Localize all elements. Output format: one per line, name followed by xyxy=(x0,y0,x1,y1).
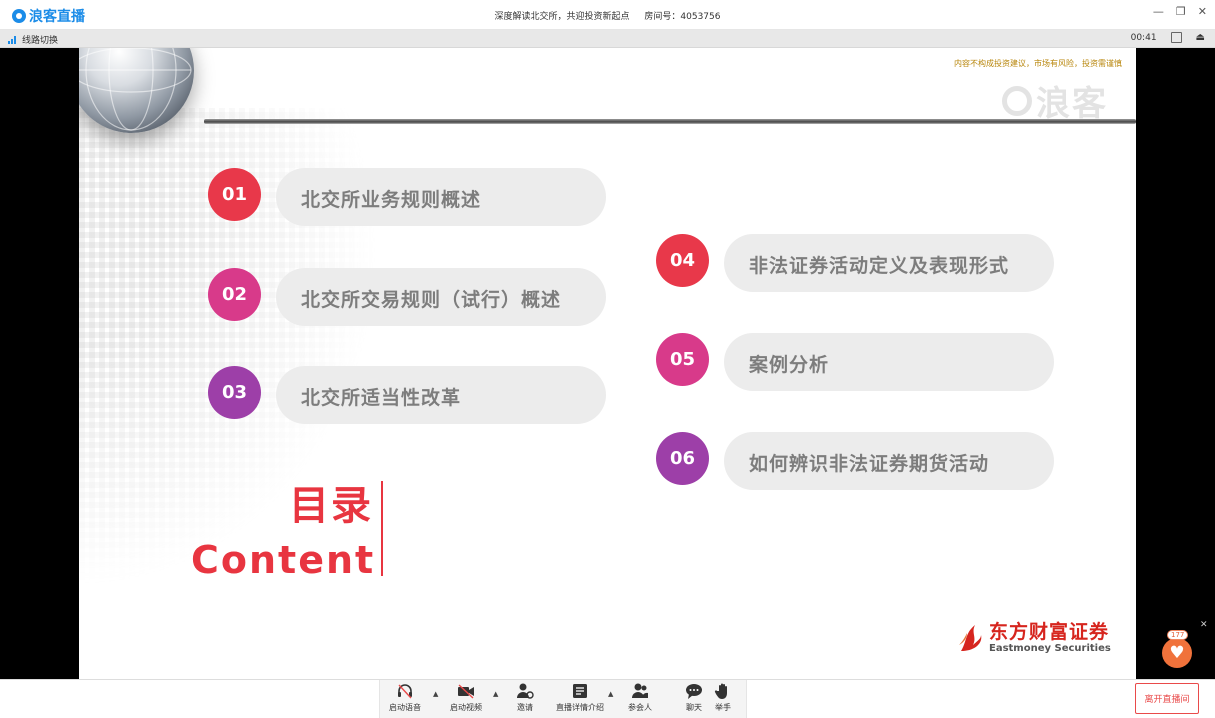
start-video-button[interactable]: 启动视频 xyxy=(441,682,491,713)
audio-options-caret[interactable]: ▲ xyxy=(433,690,438,698)
toc-number: 01 xyxy=(208,168,261,221)
flame-logo-icon xyxy=(959,625,982,651)
participants-button[interactable]: 参会人 xyxy=(615,682,665,713)
sub-toolbar: 线路切换 00:41 ⏏ xyxy=(0,30,1215,48)
eject-icon[interactable]: ⏏ xyxy=(1196,32,1205,43)
sponsor-name-en: Eastmoney Securities xyxy=(989,643,1111,654)
headset-mic-icon xyxy=(398,684,412,699)
toc-text: 如何辨识非法证券期货活动 xyxy=(749,453,990,475)
leave-room-button[interactable]: 离开直播间 xyxy=(1135,683,1199,714)
toc-number: 04 xyxy=(656,234,709,287)
presentation-slide: 内容不构成投资建议，市场有风险，投资需谨慎 浪客 01 北交所业务规则概述 02… xyxy=(79,48,1136,679)
window-controls: — ❐ ✕ xyxy=(1153,5,1207,18)
watermark-logo-icon xyxy=(1002,85,1032,116)
live-title: 深度解读北交所，共迎投资新起点 xyxy=(494,12,630,22)
video-area: 内容不构成投资建议，市场有风险，投资需谨慎 浪客 01 北交所业务规则概述 02… xyxy=(0,48,1215,679)
video-camera-icon xyxy=(458,684,474,699)
toc-text: 北交所适当性改革 xyxy=(301,387,462,409)
close-like-icon[interactable]: ✕ xyxy=(1200,620,1208,630)
toc-text: 北交所交易规则（试行）概述 xyxy=(301,289,562,311)
brand-watermark: 浪客 xyxy=(1002,76,1108,125)
minimize-icon[interactable]: — xyxy=(1153,5,1164,18)
invite-user-icon xyxy=(517,683,534,699)
toc-text: 北交所业务规则概述 xyxy=(301,189,482,211)
heart-icon: ♥ xyxy=(1169,643,1185,663)
risk-disclaimer: 内容不构成投资建议，市场有风险，投资需谨慎 xyxy=(954,59,1122,68)
live-details-button[interactable]: 直播详情介绍 xyxy=(555,682,605,713)
start-audio-button[interactable]: 启动语音 xyxy=(380,682,430,713)
heading-divider xyxy=(381,481,383,576)
toc-number: 05 xyxy=(656,333,709,386)
toc-number: 02 xyxy=(208,268,261,321)
signal-icon xyxy=(8,35,16,44)
fullscreen-icon[interactable] xyxy=(1170,32,1182,43)
toc-text: 非法证券活动定义及表现形式 xyxy=(749,255,1010,277)
bottom-toolbar: 启动语音 ▲ 启动视频 ▲ 邀请 直播详情介绍 ▲ 参会人 聊天 举手 离开直播 xyxy=(0,679,1215,718)
like-button[interactable]: ♥ xyxy=(1162,638,1192,668)
toc-number: 03 xyxy=(208,366,261,419)
room-number: 房间号：4053756 xyxy=(644,12,721,22)
sponsor-name-cn: 东方财富证券 xyxy=(989,621,1110,643)
toc-number: 06 xyxy=(656,432,709,485)
details-options-caret[interactable]: ▲ xyxy=(608,690,613,698)
line-switch-label: 线路切换 xyxy=(22,36,59,46)
video-options-caret[interactable]: ▲ xyxy=(493,690,498,698)
invite-button[interactable]: 邀请 xyxy=(500,682,550,713)
player-controls: 00:41 ⏏ xyxy=(1131,32,1205,43)
elapsed-time: 00:41 xyxy=(1130,32,1157,43)
restore-icon[interactable]: ❐ xyxy=(1176,5,1186,18)
like-count: 177 xyxy=(1167,630,1189,640)
tool-group: 启动语音 ▲ 启动视频 ▲ 邀请 直播详情介绍 ▲ 参会人 聊天 举手 xyxy=(379,680,747,718)
title-bar: 浪客直播 深度解读北交所，共迎投资新起点 房间号：4053756 — ❐ ✕ xyxy=(0,0,1215,30)
toc-heading-cn: 目录 xyxy=(289,483,373,529)
globe-grid xyxy=(79,48,192,131)
raise-hand-button[interactable]: 举手 xyxy=(698,682,748,713)
sponsor-logo: 东方财富证券 Eastmoney Securities xyxy=(957,621,1111,655)
header-divider xyxy=(204,119,1136,124)
window-title: 深度解读北交所，共迎投资新起点 房间号：4053756 xyxy=(0,9,1215,22)
line-switch-button[interactable]: 线路切换 xyxy=(8,33,58,46)
toc-text: 案例分析 xyxy=(749,354,830,376)
document-icon xyxy=(573,684,587,698)
participants-icon xyxy=(632,683,648,698)
raise-hand-icon xyxy=(714,683,727,699)
close-icon[interactable]: ✕ xyxy=(1198,5,1207,18)
toc-heading-en: Content xyxy=(191,538,376,582)
